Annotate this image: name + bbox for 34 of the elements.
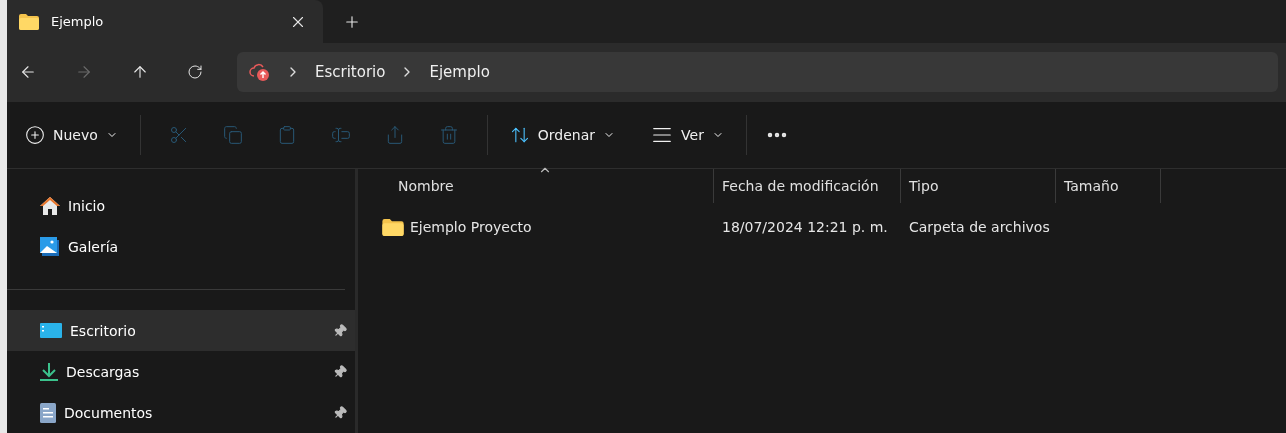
sidebar-item[interactable]: Inicio (7, 185, 355, 226)
sidebar-item[interactable]: Escritorio (7, 310, 355, 351)
sidebar-label: Galería (68, 238, 120, 255)
folder-icon (19, 13, 39, 30)
sort-button[interactable]: Ordenar (501, 118, 624, 151)
breadcrumb-item[interactable]: Escritorio (315, 63, 386, 82)
home-icon (40, 196, 60, 215)
address-bar[interactable]: Escritorio Ejemplo (237, 52, 1278, 93)
tab-title: Ejemplo (51, 14, 105, 29)
plus-circle-icon (25, 124, 45, 145)
desktop-icon (40, 322, 62, 339)
sidebar-label: Escritorio (70, 322, 137, 339)
view-button[interactable]: Ver (643, 117, 732, 152)
column-header[interactable]: Nombre (358, 169, 714, 203)
table-cell: Carpeta de archivos (909, 219, 1050, 235)
column-header[interactable]: Tamaño (1056, 169, 1161, 203)
sidebar-item[interactable]: Galería (7, 226, 355, 267)
column-header[interactable]: Tipo (901, 169, 1056, 203)
sidebar-item[interactable]: Documentos (7, 392, 355, 433)
sidebar-label: Descargas (66, 363, 141, 380)
breadcrumb-item[interactable]: Ejemplo (429, 63, 490, 82)
download-icon (40, 361, 58, 382)
document-icon (40, 402, 56, 423)
cloud-upload-icon (249, 62, 271, 83)
folder-icon (382, 218, 404, 236)
column-header[interactable]: Fecha de modificación (714, 169, 901, 203)
sidebar-label: Inicio (68, 197, 107, 214)
sidebar-item[interactable]: Descargas (7, 351, 355, 392)
new-button[interactable]: Nuevo (17, 118, 126, 151)
tab[interactable]: Ejemplo (7, 0, 323, 43)
table-cell: 18/07/2024 12:21 p. m. (722, 219, 888, 235)
sidebar-label: Documentos (64, 404, 154, 421)
file-name[interactable]: Ejemplo Proyecto (410, 219, 532, 235)
gallery-icon (40, 236, 60, 257)
